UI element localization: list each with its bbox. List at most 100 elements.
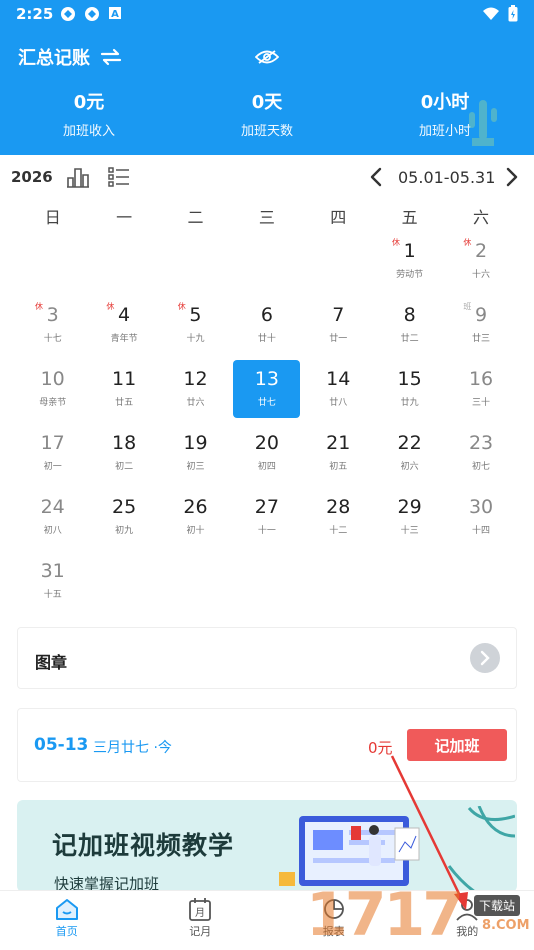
day-number: 19: [183, 432, 208, 454]
day-number: 16: [468, 368, 494, 390]
day-number: 18: [111, 432, 137, 454]
svg-text:A: A: [111, 9, 119, 20]
calendar-day[interactable]: 10 母亲节: [17, 360, 88, 424]
nav-label: 记月: [189, 925, 212, 938]
app-notification-icon: [85, 7, 99, 21]
year-label[interactable]: 2026: [11, 168, 53, 186]
weekday-label: 六: [473, 208, 490, 227]
status-notification-icons: A: [60, 6, 122, 22]
lunar-label: 十七: [43, 334, 62, 344]
calendar-day[interactable]: 20 初四: [231, 424, 302, 488]
chevron-right-icon[interactable]: [502, 166, 522, 188]
watermark-suffix: 8.COM: [482, 918, 530, 933]
stat-value: 0天: [251, 92, 283, 113]
stat-overtime-days[interactable]: 0天 加班天数: [178, 88, 356, 139]
day-number: 2: [474, 240, 488, 262]
calendar-toolbar: 2026 05.01-05.31: [0, 160, 534, 196]
watermark-digits: 1717: [306, 880, 464, 950]
stat-label: 加班小时: [418, 124, 471, 139]
stat-overtime-income[interactable]: 0元 加班收入: [0, 88, 178, 139]
calendar-day[interactable]: 31 十五: [17, 552, 88, 616]
calendar-day[interactable]: 29 十三: [374, 488, 445, 552]
lunar-label: 十四: [472, 526, 491, 536]
calendar-day[interactable]: 27 十一: [231, 488, 302, 552]
calendar-day[interactable]: 14 廿八: [303, 360, 374, 424]
calendar-day[interactable]: 16 三十: [445, 360, 516, 424]
stamp-card[interactable]: 图章: [17, 627, 517, 689]
wifi-icon: [483, 7, 499, 20]
lunar-label: 初五: [329, 462, 348, 472]
calendar-day[interactable]: 15 廿九: [374, 360, 445, 424]
day-number: 23: [468, 432, 494, 454]
chevron-left-icon[interactable]: [366, 166, 386, 188]
day-number: 24: [40, 496, 65, 518]
calendar-day[interactable]: 7 廿一: [303, 296, 374, 360]
calendar-icon: 月: [189, 898, 212, 921]
calendar-day[interactable]: 23 初七: [445, 424, 516, 488]
workday-tag: 班: [463, 302, 472, 311]
day-number: 28: [326, 496, 351, 518]
calendar-day[interactable]: 12 廿六: [160, 360, 231, 424]
calendar-day[interactable]: 28 十二: [303, 488, 374, 552]
lunar-label: 廿七: [257, 398, 276, 408]
weekday-header: 日一二三四五六: [17, 204, 517, 228]
calendar-day[interactable]: 22 初六: [374, 424, 445, 488]
lunar-label: 廿八: [329, 398, 348, 408]
calendar-day[interactable]: 17 初一: [17, 424, 88, 488]
day-number: 17: [40, 432, 65, 454]
calendar-day[interactable]: 休 4 青年节: [88, 296, 159, 360]
calendar-day-today[interactable]: 13 廿七: [231, 360, 302, 424]
lunar-label: 廿九: [400, 398, 419, 408]
record-overtime-button[interactable]: 记加班: [407, 729, 507, 761]
lunar-label: 初四: [257, 462, 276, 472]
stat-overtime-hours[interactable]: 0小时 加班小时: [356, 88, 534, 139]
calendar-day[interactable]: 26 初十: [160, 488, 231, 552]
selected-date: 05-13: [34, 735, 89, 755]
stat-value: 0小时: [420, 92, 470, 113]
day-number: 1: [403, 240, 416, 262]
header: 2:25 A 汇总记账 0元 加班收入 0天 加班天数 0小时 加班小时: [0, 0, 534, 155]
day-number: 30: [468, 496, 494, 518]
lunar-label: 母亲节: [39, 398, 67, 408]
calendar-day[interactable]: 休 1 劳动节: [374, 232, 445, 296]
calendar-day[interactable]: 24 初八: [17, 488, 88, 552]
calendar-day[interactable]: 25 初九: [88, 488, 159, 552]
day-number: 27: [254, 496, 279, 518]
calendar-day[interactable]: 18 初二: [88, 424, 159, 488]
page-title: 汇总记账: [18, 48, 90, 69]
title-row[interactable]: 汇总记账: [18, 44, 122, 70]
list-view-icon[interactable]: [108, 167, 130, 187]
video-tutorial-banner[interactable]: 记加班视频教学 快速掌握记加班: [17, 800, 517, 892]
weekday-label: 一: [116, 208, 133, 227]
calendar-day[interactable]: 8 廿二: [374, 296, 445, 360]
day-number: 22: [397, 432, 422, 454]
site-watermark: 1717 下载站 8.COM: [306, 880, 534, 950]
day-number: 25: [111, 496, 137, 518]
banner-title: 记加班视频教学: [52, 831, 235, 860]
lunar-label: 初九: [115, 526, 134, 536]
calendar-day[interactable]: 班 9 廿三: [445, 296, 516, 360]
nav-label: 首页: [55, 925, 78, 938]
calendar-day[interactable]: 6 廿十: [231, 296, 302, 360]
day-number: 20: [254, 432, 279, 454]
calendar-empty-cell: [303, 232, 374, 296]
calendar-day[interactable]: 11 廿五: [88, 360, 159, 424]
nav-month[interactable]: 月 记月: [134, 891, 268, 950]
status-time: 2:25: [16, 5, 54, 23]
watermark-badge: 下载站: [474, 895, 521, 916]
calendar-day[interactable]: 休 3 十七: [17, 296, 88, 360]
stamp-arrow-button[interactable]: [470, 643, 500, 673]
lunar-label: 廿一: [329, 334, 348, 344]
switch-arrows-icon[interactable]: [100, 48, 122, 66]
bar-chart-icon[interactable]: [66, 166, 90, 188]
calendar-empty-cell: [160, 232, 231, 296]
eye-hidden-icon[interactable]: [255, 48, 279, 66]
nav-home[interactable]: 首页: [0, 891, 134, 950]
calendar-day[interactable]: 休 2 十六: [445, 232, 516, 296]
selected-lunar-date: 三月廿七 ·今: [93, 740, 172, 756]
calendar-day[interactable]: 休 5 十九: [160, 296, 231, 360]
lunar-label: 初七: [472, 462, 491, 472]
calendar-day[interactable]: 21 初五: [303, 424, 374, 488]
calendar-day[interactable]: 30 十四: [445, 488, 516, 552]
calendar-day[interactable]: 19 初三: [160, 424, 231, 488]
